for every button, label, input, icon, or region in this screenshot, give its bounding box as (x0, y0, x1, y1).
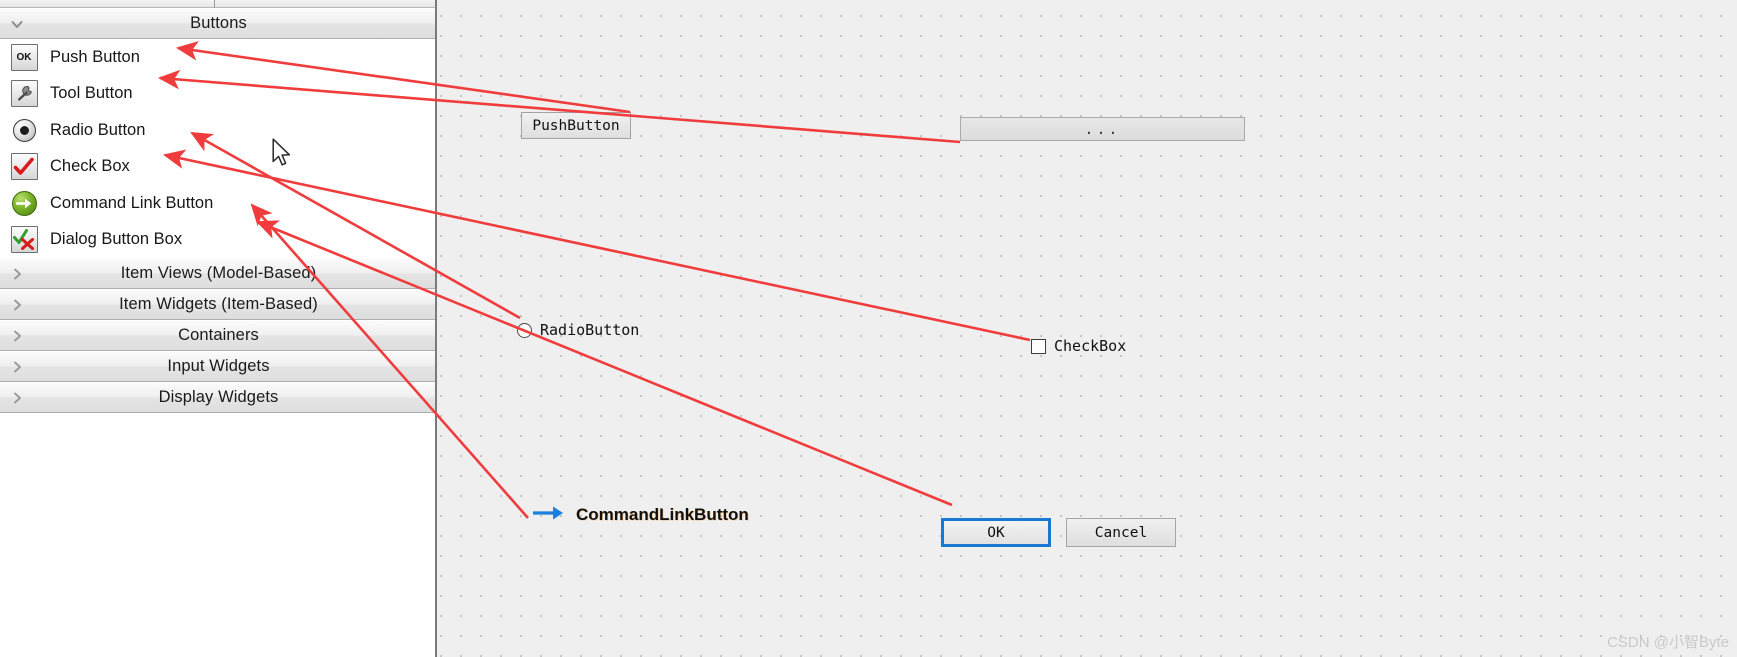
arrow-right-icon (532, 504, 566, 527)
dialog-button-box-icon (10, 226, 38, 254)
chevron-right-icon[interactable] (10, 391, 24, 405)
category-header-containers-label: Containers (178, 326, 259, 344)
canvas-tool-button[interactable]: ... (960, 117, 1245, 141)
widget-item-push-button-label: Push Button (50, 47, 140, 66)
chevron-down-icon[interactable] (10, 17, 24, 31)
canvas-check-box-label: CheckBox (1054, 337, 1127, 355)
widget-item-tool-button[interactable]: Tool Button (0, 75, 435, 112)
watermark: CSDN @小智Byte (1607, 634, 1729, 651)
chevron-right-icon[interactable] (10, 329, 24, 343)
widget-box-item-list: OK Push Button Tool Button Radio Button … (0, 39, 435, 258)
push-button-icon: OK (10, 43, 38, 71)
tool-button-icon-frame (10, 80, 38, 108)
canvas-check-box[interactable]: CheckBox (1031, 334, 1126, 358)
canvas-radio-button-label: RadioButton (540, 321, 640, 339)
category-header-item-widgets[interactable]: Item Widgets (Item-Based) (0, 289, 435, 320)
canvas-command-link-button-label: CommandLinkButton (576, 505, 749, 524)
widget-item-check-box[interactable]: Check Box (0, 148, 435, 185)
canvas-dialog-button-box[interactable]: OK Cancel (941, 518, 1176, 547)
canvas-command-link-button[interactable]: CommandLinkButton (532, 500, 749, 530)
widget-item-radio-button-label: Radio Button (50, 120, 146, 139)
qt-designer-window: PushButton ... RadioButton CheckBox Comm… (0, 0, 1737, 657)
radio-button-icon-glyph (12, 118, 36, 142)
dialog-ok-button[interactable]: OK (941, 518, 1051, 547)
category-header-buttons[interactable]: Buttons (0, 8, 435, 39)
radio-indicator-icon[interactable] (517, 322, 532, 338)
form-canvas[interactable]: PushButton ... RadioButton CheckBox Comm… (409, 0, 1737, 657)
command-link-button-icon (10, 189, 38, 217)
category-header-item-views[interactable]: Item Views (Model-Based) (0, 258, 435, 289)
widget-box-panel[interactable]: Buttons OK Push Button Tool Button Radio… (0, 0, 437, 657)
dialog-cancel-button[interactable]: Cancel (1066, 518, 1176, 547)
widget-item-dialog-button-box-label: Dialog Button Box (50, 230, 183, 249)
canvas-push-button[interactable]: PushButton (521, 112, 631, 139)
push-button-icon-glyph: OK (10, 43, 38, 71)
check-box-icon (10, 153, 38, 181)
canvas-tool-button-label: ... (1084, 120, 1121, 138)
tool-button-icon (10, 80, 38, 108)
category-header-input-widgets[interactable]: Input Widgets (0, 351, 435, 382)
category-header-display-widgets-label: Display Widgets (158, 388, 279, 406)
mouse-cursor-icon (272, 138, 291, 166)
radio-button-icon (10, 116, 38, 144)
widget-item-dialog-button-box[interactable]: Dialog Button Box (0, 221, 435, 258)
dialog-button-box-icon-frame (10, 226, 38, 254)
widget-item-command-link-button-label: Command Link Button (50, 193, 214, 212)
check-box-icon-frame (10, 153, 38, 181)
command-link-button-icon-glyph (11, 190, 37, 216)
widget-item-check-box-label: Check Box (50, 157, 130, 176)
widget-item-push-button[interactable]: OK Push Button (0, 39, 435, 76)
widget-item-radio-button[interactable]: Radio Button (0, 112, 435, 149)
widget-item-tool-button-label: Tool Button (50, 84, 133, 103)
canvas-push-button-label: PushButton (532, 117, 620, 134)
canvas-radio-button[interactable]: RadioButton (517, 318, 639, 342)
dialog-cancel-button-label: Cancel (1094, 524, 1148, 541)
category-header-buttons-label: Buttons (190, 14, 247, 32)
widget-item-command-link-button[interactable]: Command Link Button (0, 185, 435, 222)
category-header-display-widgets[interactable]: Display Widgets (0, 382, 435, 413)
panel-top-divider (0, 0, 435, 8)
category-header-input-widgets-label: Input Widgets (167, 357, 270, 375)
category-header-item-widgets-label: Item Widgets (Item-Based) (119, 295, 318, 313)
dialog-ok-button-label: OK (987, 524, 1005, 541)
chevron-right-icon[interactable] (10, 360, 24, 374)
chevron-right-icon[interactable] (10, 298, 24, 312)
collapsed-category-list: Item Views (Model-Based) Item Widgets (I… (0, 258, 435, 413)
chevron-right-icon[interactable] (10, 267, 24, 281)
category-header-item-views-label: Item Views (Model-Based) (120, 264, 317, 282)
checkbox-indicator-icon[interactable] (1031, 338, 1046, 354)
category-header-containers[interactable]: Containers (0, 320, 435, 351)
